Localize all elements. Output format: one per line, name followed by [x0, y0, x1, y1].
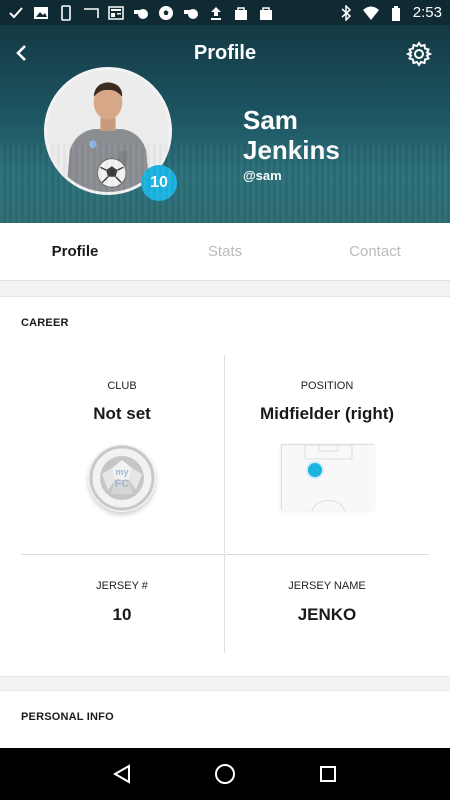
soccer-ball-icon: [158, 5, 174, 21]
player-handle: @sam: [243, 168, 282, 183]
jersey-number-value[interactable]: 10: [12, 605, 232, 625]
divider: [224, 355, 225, 553]
whistle-icon: [133, 5, 149, 21]
personal-info-card: PERSONAL INFO: [0, 690, 450, 750]
nav-back-icon: [112, 764, 130, 784]
divider: [21, 554, 429, 555]
status-time: 2:53: [412, 4, 442, 21]
player-photo: [47, 70, 169, 192]
nav-back-button[interactable]: [109, 761, 135, 787]
check-icon: [8, 5, 24, 21]
position-value[interactable]: Midfielder (right): [217, 404, 437, 424]
club-logo-text-top: my: [115, 467, 128, 477]
whistle-icon: [183, 5, 199, 21]
tab-stats[interactable]: Stats: [150, 223, 300, 280]
club-logo-text-bottom: FC: [115, 478, 130, 490]
profile-header: Profile 10 Sam Jenkins @sam: [0, 25, 450, 223]
bluetooth-icon: [338, 4, 354, 21]
jersey-number-badge: 10: [141, 165, 177, 201]
phone-icon: [58, 4, 74, 21]
nav-recents-icon: [320, 766, 337, 782]
position-label: POSITION: [300, 380, 354, 392]
tab-contact[interactable]: Contact: [300, 223, 450, 280]
club-label: CLUB: [107, 380, 137, 392]
career-card: CAREER CLUB Not set my FC POSITION Midfi…: [0, 296, 450, 677]
gear-icon: [405, 41, 433, 67]
player-position-marker: [308, 463, 322, 477]
nav-recents-button[interactable]: [315, 761, 341, 787]
jersey-name-value[interactable]: JENKO: [217, 605, 437, 625]
nav-home-icon: [214, 764, 235, 784]
tablet-icon: [83, 5, 99, 21]
news-icon: [108, 5, 124, 21]
bag-icon: [258, 5, 274, 21]
status-notifications: [8, 4, 274, 21]
jersey-number-label: JERSEY #: [96, 580, 148, 592]
bag-icon: [233, 5, 249, 21]
upload-icon: [208, 5, 224, 21]
status-system: 2:53: [338, 4, 442, 21]
avatar[interactable]: [44, 67, 172, 195]
profile-tabs: Profile Stats Contact: [0, 223, 450, 281]
jersey-name-label: JERSEY NAME: [288, 580, 366, 592]
club-logo[interactable]: my FC: [88, 444, 156, 512]
nav-home-button[interactable]: [212, 761, 238, 787]
battery-icon: [388, 5, 404, 21]
system-nav-bar: [0, 748, 450, 800]
wifi-icon: [362, 5, 379, 21]
settings-button[interactable]: [405, 41, 433, 67]
player-first-name: Sam: [243, 105, 298, 135]
personal-info-section-title: PERSONAL INFO: [21, 711, 114, 723]
club-crest-icon: my FC: [89, 445, 155, 511]
image-icon: [33, 5, 49, 21]
club-value[interactable]: Not set: [12, 404, 232, 424]
page-title: Profile: [193, 42, 257, 64]
tab-profile[interactable]: Profile: [0, 223, 150, 280]
career-section-title: CAREER: [21, 317, 69, 329]
pitch-icon: [282, 444, 375, 512]
position-pitch-diagram[interactable]: [281, 444, 375, 512]
player-last-name: Jenkins: [243, 135, 340, 165]
player-name: Sam Jenkins: [243, 105, 423, 165]
status-bar: 2:53: [0, 0, 450, 25]
divider: [224, 555, 225, 653]
